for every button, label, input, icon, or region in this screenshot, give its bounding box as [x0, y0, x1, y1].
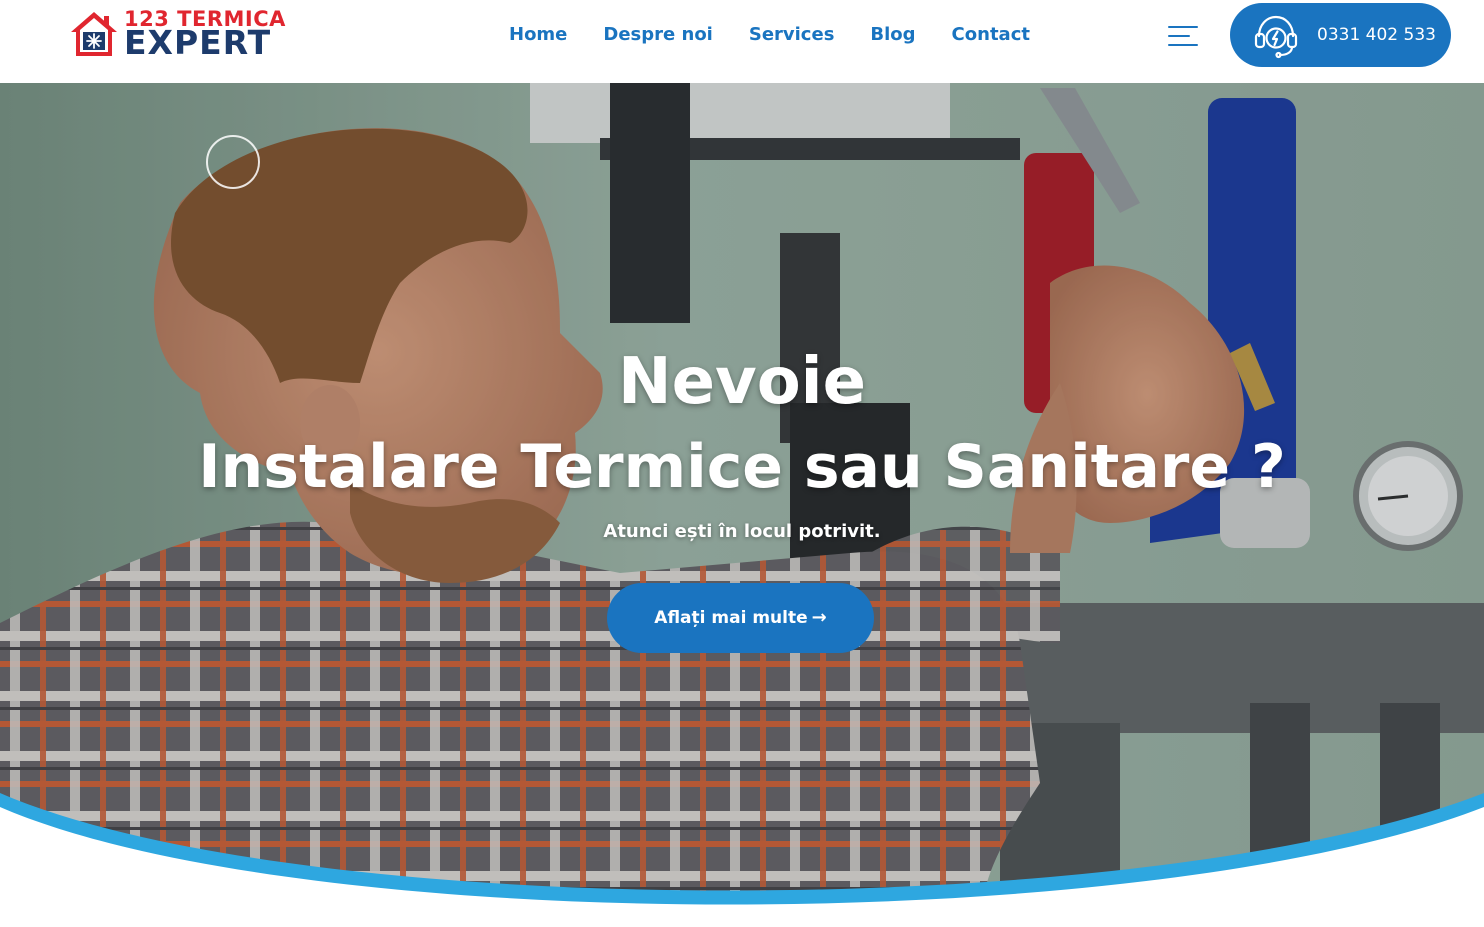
logo-line2: EXPERT — [124, 23, 272, 62]
phone-button[interactable]: 0331 402 533 — [1230, 3, 1451, 67]
hamburger-menu-icon[interactable] — [1168, 24, 1202, 48]
nav-home[interactable]: Home — [509, 23, 567, 47]
nav-contact[interactable]: Contact — [952, 23, 1030, 47]
hero-section: Nevoie Instalare Termice sau Sanitare ? … — [0, 83, 1484, 927]
hero-title-line1: Nevoie — [618, 345, 866, 419]
slider-indicator[interactable] — [206, 135, 260, 189]
arrow-right-icon: → — [811, 607, 827, 628]
main-nav: Home Despre noi Services Blog Contact — [509, 23, 1030, 47]
logo[interactable]: 123 TERMICA EXPERT — [68, 8, 323, 62]
nav-blog[interactable]: Blog — [870, 23, 915, 47]
nav-despre-noi[interactable]: Despre noi — [603, 23, 712, 47]
headset-support-icon — [1254, 15, 1298, 59]
nav-services[interactable]: Services — [749, 23, 835, 47]
hero-title-line2: Instalare Termice sau Sanitare ? — [198, 432, 1286, 502]
site-header: 123 TERMICA EXPERT Home Despre noi Servi… — [0, 0, 1484, 83]
hero-bottom-wave — [0, 793, 1484, 927]
hero-subtitle: Atunci ești în locul potrivit. — [603, 521, 881, 542]
phone-number: 0331 402 533 — [1317, 25, 1436, 45]
house-snowflake-logo-icon — [71, 12, 117, 56]
learn-more-button[interactable]: Aflați mai multe → — [607, 583, 874, 653]
learn-more-label: Aflați mai multe — [654, 608, 808, 628]
